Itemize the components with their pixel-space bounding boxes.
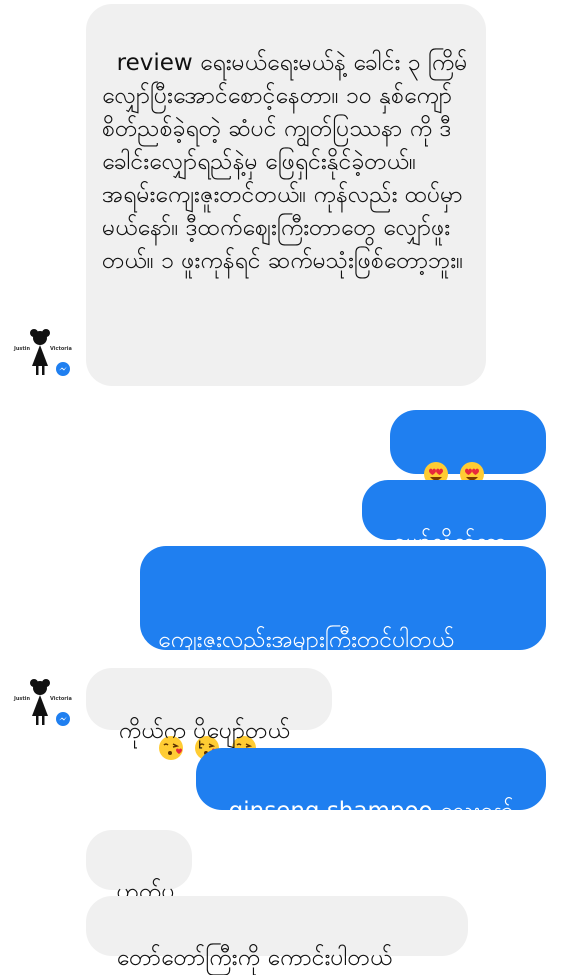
- message-text: review ရေးမယ်ရေးမယ်နဲ့ ခေါင်း ၃ ကြိမ်လျှ…: [102, 50, 468, 274]
- outgoing-message-ginseng[interactable]: ginseng shampoo လေးနော်: [196, 748, 546, 824]
- avatar-label-left: Justin: [14, 346, 31, 352]
- incoming-message-review[interactable]: review ရေးမယ်ရေးမယ်နဲ့ ခေါင်း ၃ ကြိမ်လျှ…: [86, 4, 486, 386]
- message-text: ကိုယ်က ပိုပျော်တယ်: [118, 718, 290, 744]
- outgoing-message-happy[interactable]: ပျော်လိုက်တာ: [362, 480, 546, 555]
- sender-avatar[interactable]: Justin Victoria: [14, 326, 72, 378]
- avatar-label-right: Victoria: [50, 346, 72, 352]
- avatar-label-left: Justin: [14, 696, 31, 702]
- sender-avatar[interactable]: Justin Victoria: [14, 676, 72, 728]
- incoming-message-very-good[interactable]: တော်တော်ကြီးကို ကောင်းပါတယ်: [86, 896, 468, 971]
- avatar-label-right: Victoria: [50, 696, 72, 702]
- outgoing-message-thanks[interactable]: ကျေးဇူးလည်းအများကြီးတင်ပါတယ်: [140, 546, 546, 760]
- message-text: တော်တော်ကြီးကို ကောင်းပါတယ်: [116, 945, 393, 971]
- incoming-message-happier[interactable]: ကိုယ်က ပိုပျော်တယ်: [86, 668, 332, 744]
- message-text: ginseng shampoo လေးနော်: [228, 798, 514, 824]
- outgoing-message-wow[interactable]: wow: [390, 410, 546, 519]
- messenger-icon: [54, 360, 72, 378]
- message-text: ကျေးဇူးလည်းအများကြီးတင်ပါတယ်: [158, 627, 454, 653]
- messenger-icon: [54, 710, 72, 728]
- incoming-message-yes[interactable]: ဟုတ်ပ: [86, 830, 192, 905]
